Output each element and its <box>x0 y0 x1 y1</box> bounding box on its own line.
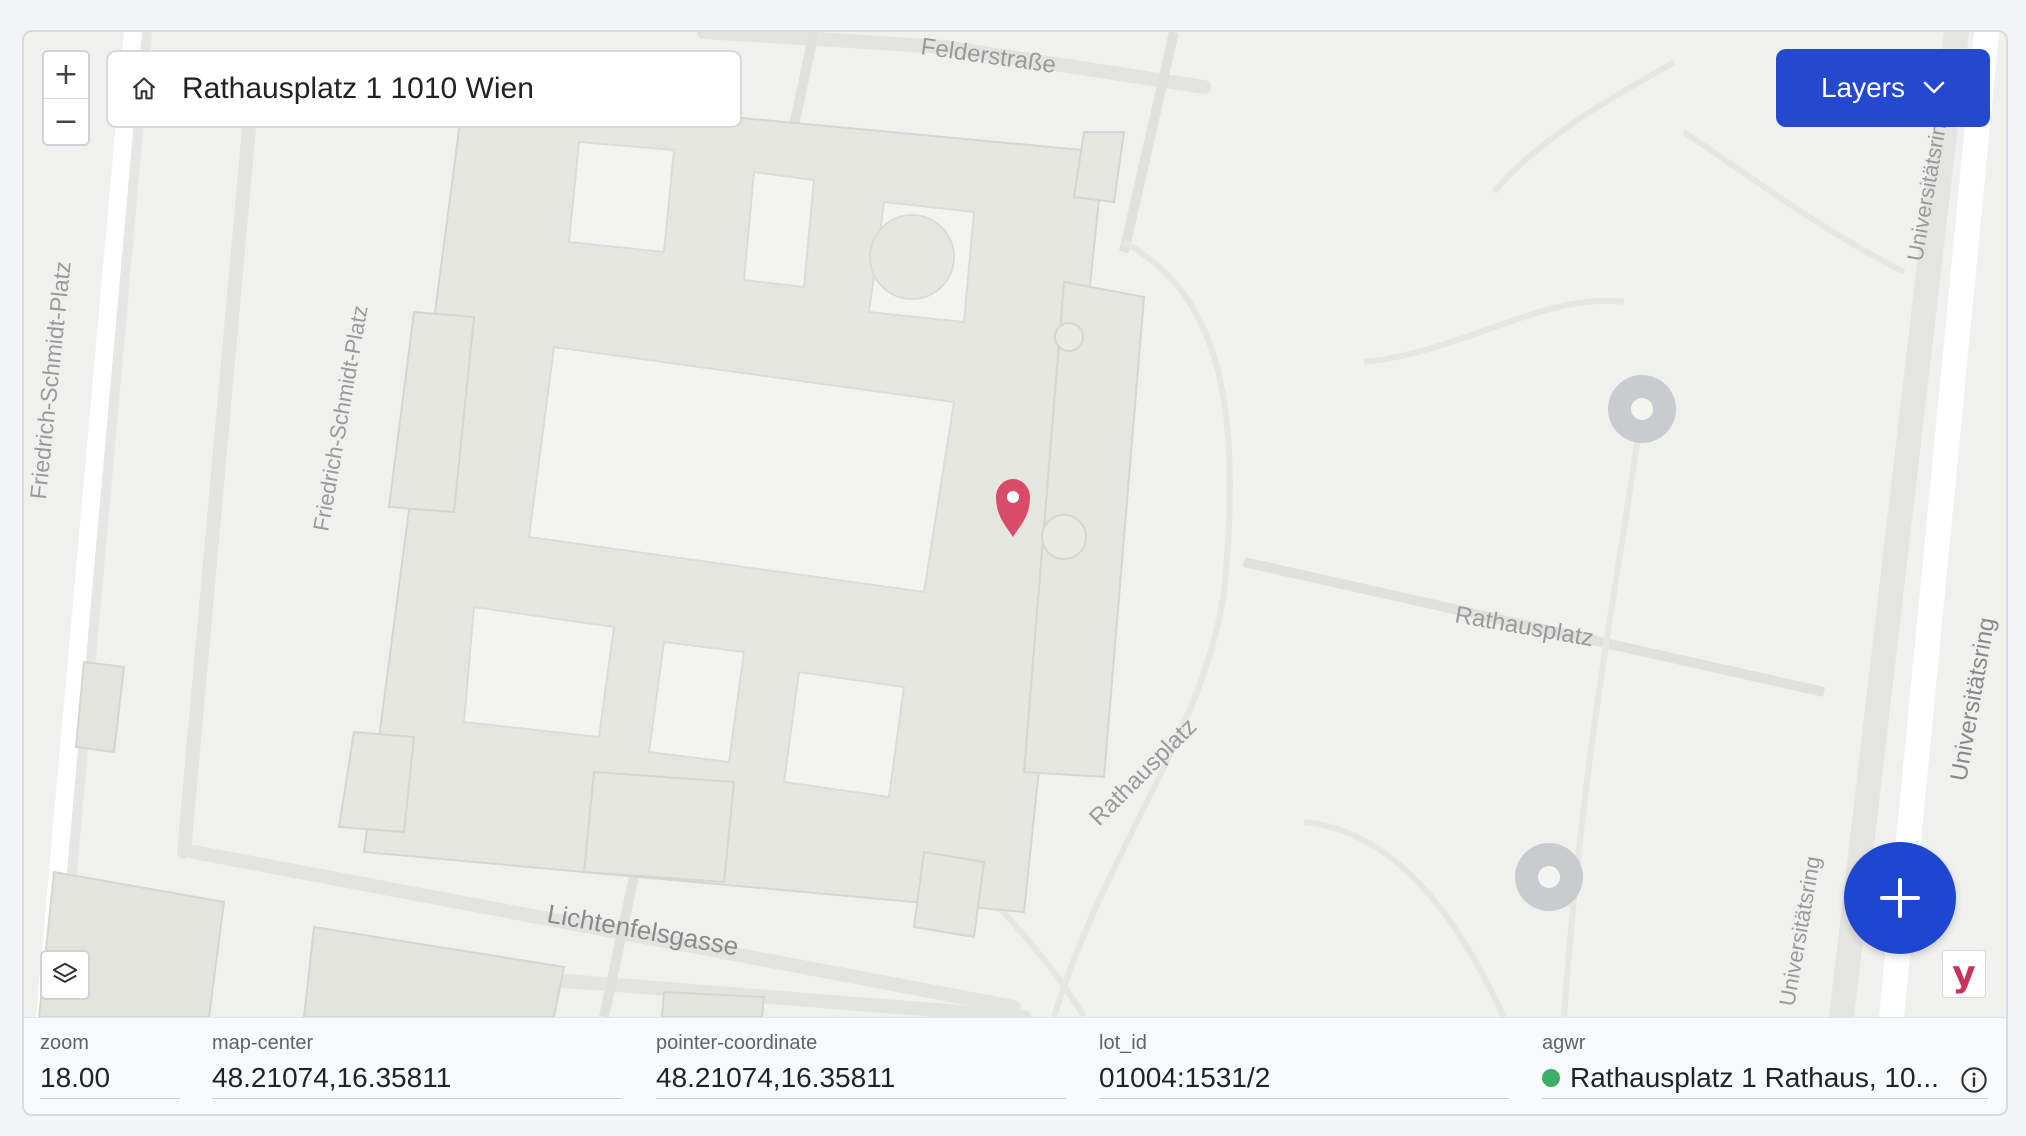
address-input[interactable] <box>180 71 704 107</box>
brand-logo[interactable]: y <box>1942 950 1986 998</box>
lot-id-field: lot_id 01004:1531/2 <box>1099 1032 1509 1099</box>
agwr-value[interactable]: Rathausplatz 1 Rathaus, 10... <box>1570 1058 1939 1098</box>
map-center-value[interactable]: 48.21074,16.35811 <box>212 1058 622 1099</box>
layers-toggle-button[interactable] <box>40 950 90 1000</box>
zoom-control: + − <box>42 50 90 146</box>
lot-id-label: lot_id <box>1099 1032 1147 1054</box>
pointer-coordinate-value[interactable]: 48.21074,16.35811 <box>656 1058 1066 1099</box>
map-center-field: map-center 48.21074,16.35811 <box>212 1032 622 1099</box>
add-button[interactable] <box>1844 842 1956 954</box>
lot-id-value[interactable]: 01004:1531/2 <box>1099 1058 1509 1099</box>
plus-icon <box>1880 878 1920 918</box>
chevron-down-icon <box>1923 81 1945 94</box>
zoom-in-button[interactable]: + <box>44 52 88 98</box>
agwr-value-row: Rathausplatz 1 Rathaus, 10... <box>1542 1058 1988 1099</box>
zoom-field: zoom 18.00 <box>40 1032 180 1099</box>
zoom-out-button[interactable]: − <box>44 98 88 144</box>
home-icon[interactable] <box>130 75 158 103</box>
layers-button-label: Layers <box>1820 72 1906 103</box>
layers-icon <box>52 962 78 983</box>
status-dot-icon <box>1542 1069 1560 1087</box>
address-search[interactable] <box>106 50 742 128</box>
map-app: Felderstraße Friedrich-Schmidt-Platz Fri… <box>22 30 2008 1116</box>
agwr-label: agwr <box>1542 1032 1586 1054</box>
layers-button[interactable]: Layers <box>1776 49 1990 127</box>
info-icon[interactable] <box>1960 1066 1988 1094</box>
agwr-field: agwr Rathausplatz 1 Rathaus, 10... <box>1542 1032 1988 1099</box>
map-canvas[interactable]: Felderstraße Friedrich-Schmidt-Platz Fri… <box>24 32 2006 1017</box>
map-center-label: map-center <box>212 1032 314 1054</box>
base-map[interactable]: Felderstraße Friedrich-Schmidt-Platz Fri… <box>24 32 2006 1017</box>
zoom-value[interactable]: 18.00 <box>40 1058 180 1099</box>
pointer-coordinate-field: pointer-coordinate 48.21074,16.35811 <box>656 1032 1066 1099</box>
pointer-coordinate-label: pointer-coordinate <box>656 1032 818 1054</box>
zoom-label: zoom <box>40 1032 89 1054</box>
status-bar: zoom 18.00 map-center 48.21074,16.35811 … <box>24 1017 2006 1114</box>
